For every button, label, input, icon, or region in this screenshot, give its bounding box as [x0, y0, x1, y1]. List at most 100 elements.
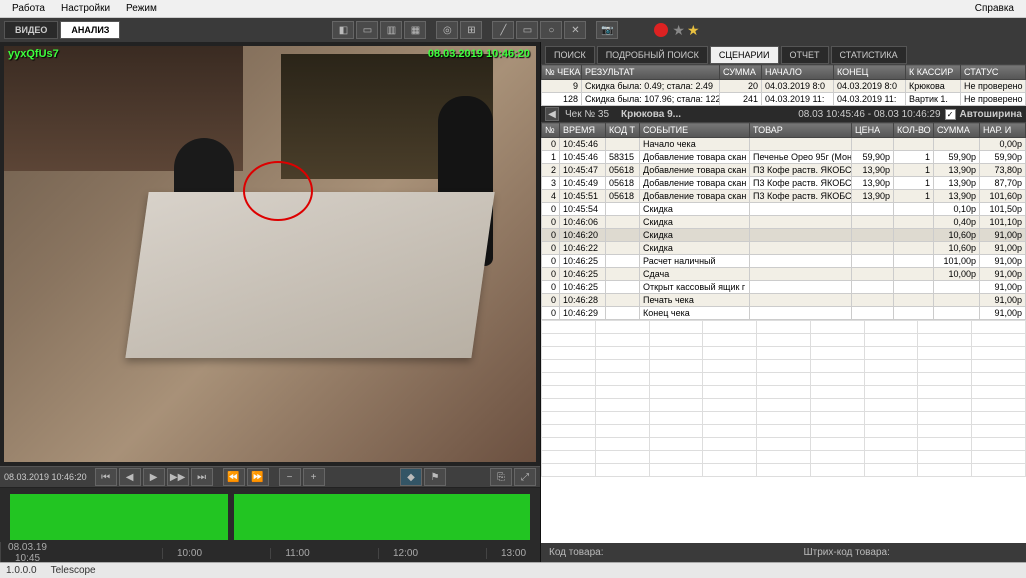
cell [934, 307, 980, 320]
tl-prevframe[interactable]: ⏪ [223, 468, 245, 486]
table-row[interactable]: 010:46:22Скидка10,60р91,00р [542, 242, 1026, 255]
table-row[interactable]: 010:46:25Открыт кассовый ящик г91,00р [542, 281, 1026, 294]
cell [750, 203, 852, 216]
tb-snapshot[interactable]: 📷 [596, 21, 618, 39]
t1-h-cashier[interactable]: К КАССИР [906, 65, 961, 80]
t2-h-code[interactable]: КОД Т [606, 123, 640, 138]
t2-h-no[interactable]: № [542, 123, 560, 138]
tl-play[interactable]: ▶ [143, 468, 165, 486]
t2-h-sum[interactable]: СУММА [934, 123, 980, 138]
tb-drawline[interactable]: ╱ [492, 21, 514, 39]
table-row[interactable]: 410:45:5105618Добавление товара сканП3 К… [542, 190, 1026, 203]
cell: 0 [542, 255, 560, 268]
cell: Скидка [640, 216, 750, 229]
tb-btn-5[interactable]: ◎ [436, 21, 458, 39]
t1-h-no[interactable]: № ЧЕКА [542, 65, 582, 80]
t1-h-result[interactable]: РЕЗУЛЬТАТ [582, 65, 720, 80]
tl-first[interactable]: ⏮ [95, 468, 117, 486]
tl-prev[interactable]: ◀ [119, 468, 141, 486]
main-area: yyxQfUs7 08.03.2019 10:46:20 08.03.2019 … [0, 42, 1026, 562]
t1-h-end[interactable]: КОНЕЦ [834, 65, 906, 80]
tl-marker-flag[interactable]: ⚑ [424, 468, 446, 486]
autowidth-label: Автоширина [960, 109, 1022, 120]
cell [852, 268, 894, 281]
events-table[interactable]: № ВРЕМЯ КОД Т СОБЫТИЕ ТОВАР ЦЕНА КОЛ-ВО … [541, 122, 1026, 320]
tl-extra2[interactable]: ⤢ [514, 468, 536, 486]
rtab-report[interactable]: ОТЧЕТ [781, 46, 829, 64]
star-grey-icon[interactable]: ★ [672, 22, 685, 39]
table-row[interactable]: 110:45:4658315Добавление товара сканПече… [542, 151, 1026, 164]
tl-last[interactable]: ⏭ [191, 468, 213, 486]
t2-h-event[interactable]: СОБЫТИЕ [640, 123, 750, 138]
rtab-stats[interactable]: СТАТИСТИКА [831, 46, 907, 64]
star-gold-icon[interactable]: ★ [687, 22, 700, 39]
rtab-advsearch[interactable]: ПОДРОБНЫЙ ПОИСК [597, 46, 708, 64]
table-row[interactable]: 010:46:06Скидка0,40р101,10р [542, 216, 1026, 229]
tb-drawrect[interactable]: ▭ [516, 21, 538, 39]
table-row[interactable]: 128Скидка была: 107.96; стала: 122.96241… [542, 93, 1026, 106]
table-row[interactable]: 010:46:25Сдача10,00р91,00р [542, 268, 1026, 281]
menu-work[interactable]: Работа [4, 1, 53, 16]
table-row[interactable]: 010:45:46Начало чека0,00р [542, 138, 1026, 151]
t2-h-qty[interactable]: КОЛ-ВО [894, 123, 934, 138]
cell: Скидка [640, 203, 750, 216]
tl-next[interactable]: ▶▶ [167, 468, 189, 486]
tick: 10:00 [162, 548, 216, 559]
tab-video[interactable]: ВИДЕО [4, 21, 58, 39]
video-viewport[interactable]: yyxQfUs7 08.03.2019 10:46:20 [0, 42, 540, 466]
t1-h-sum[interactable]: СУММА [720, 65, 762, 80]
tl-marker-blue[interactable]: ◆ [400, 468, 422, 486]
t2-h-product[interactable]: ТОВАР [750, 123, 852, 138]
menu-settings[interactable]: Настройки [53, 1, 118, 16]
tl-zoomout[interactable]: − [279, 468, 301, 486]
cell: 04.03.2019 8:0 [762, 80, 834, 93]
tb-btn-6[interactable]: ⊞ [460, 21, 482, 39]
cell [852, 138, 894, 151]
tb-btn-1[interactable]: ◧ [332, 21, 354, 39]
tl-nextframe[interactable]: ⏩ [247, 468, 269, 486]
table-row[interactable]: 010:46:20Скидка10,60р91,00р [542, 229, 1026, 242]
timeline-stamp: 08.03.2019 10:46:20 [4, 472, 87, 482]
table-row[interactable]: 010:46:25Расчет наличный101,00р91,00р [542, 255, 1026, 268]
table-row[interactable]: 010:46:29Конец чека91,00р [542, 307, 1026, 320]
rtab-scenarios[interactable]: СЦЕНАРИИ [710, 46, 779, 64]
annotation-circle [243, 161, 313, 221]
tb-btn-4[interactable]: ▦ [404, 21, 426, 39]
table-row[interactable]: 310:45:4905618Добавление товара сканП3 К… [542, 177, 1026, 190]
autowidth-checkbox[interactable]: ✓ [945, 109, 956, 120]
table-row[interactable]: 010:45:54Скидка0,10р101,50р [542, 203, 1026, 216]
osd-timestamp: 08.03.2019 10:46:20 [428, 48, 530, 60]
tb-btn-3[interactable]: ▥ [380, 21, 402, 39]
tb-clear[interactable]: ✕ [564, 21, 586, 39]
menu-mode[interactable]: Режим [118, 1, 165, 16]
tab-analysis[interactable]: АНАЛИЗ [60, 21, 120, 39]
rtab-search[interactable]: ПОИСК [545, 46, 595, 64]
cell: 0,40р [934, 216, 980, 229]
cell: Конец чека [640, 307, 750, 320]
checks-table[interactable]: № ЧЕКА РЕЗУЛЬТАТ СУММА НАЧАЛО КОНЕЦ К КА… [541, 64, 1026, 106]
menu-help[interactable]: Справка [967, 1, 1022, 16]
cell [894, 242, 934, 255]
table-row[interactable]: 010:46:28Печать чека91,00р [542, 294, 1026, 307]
t2-h-time[interactable]: ВРЕМЯ [560, 123, 606, 138]
left-pane: yyxQfUs7 08.03.2019 10:46:20 08.03.2019 … [0, 42, 540, 562]
cell [934, 294, 980, 307]
t2-h-price[interactable]: ЦЕНА [852, 123, 894, 138]
cell [606, 294, 640, 307]
cell: Печенье Орео 95г (Мон'делис) [750, 151, 852, 164]
tl-zoomin[interactable]: + [303, 468, 325, 486]
t2-h-nar[interactable]: НАР. И [980, 123, 1026, 138]
table-row[interactable]: 210:45:4705618Добавление товара сканП3 К… [542, 164, 1026, 177]
cell: П3 Кофе раств. ЯКОБС Классик [750, 177, 852, 190]
table-row[interactable]: 9Скидка была: 0.49; стала: 2.492004.03.2… [542, 80, 1026, 93]
tb-btn-2[interactable]: ▭ [356, 21, 378, 39]
cell [894, 216, 934, 229]
infobar-prev[interactable]: ◀ [545, 107, 559, 121]
lbl-product-code: Код товара: [549, 547, 603, 558]
tb-drawcircle[interactable]: ○ [540, 21, 562, 39]
timeline-track[interactable]: 08.03.19 10:4510:0011:0012:0013:00 [0, 488, 540, 562]
t1-h-status[interactable]: СТАТУС [961, 65, 1026, 80]
t1-h-start[interactable]: НАЧАЛО [762, 65, 834, 80]
tl-extra1[interactable]: ⎘ [490, 468, 512, 486]
cell [750, 255, 852, 268]
